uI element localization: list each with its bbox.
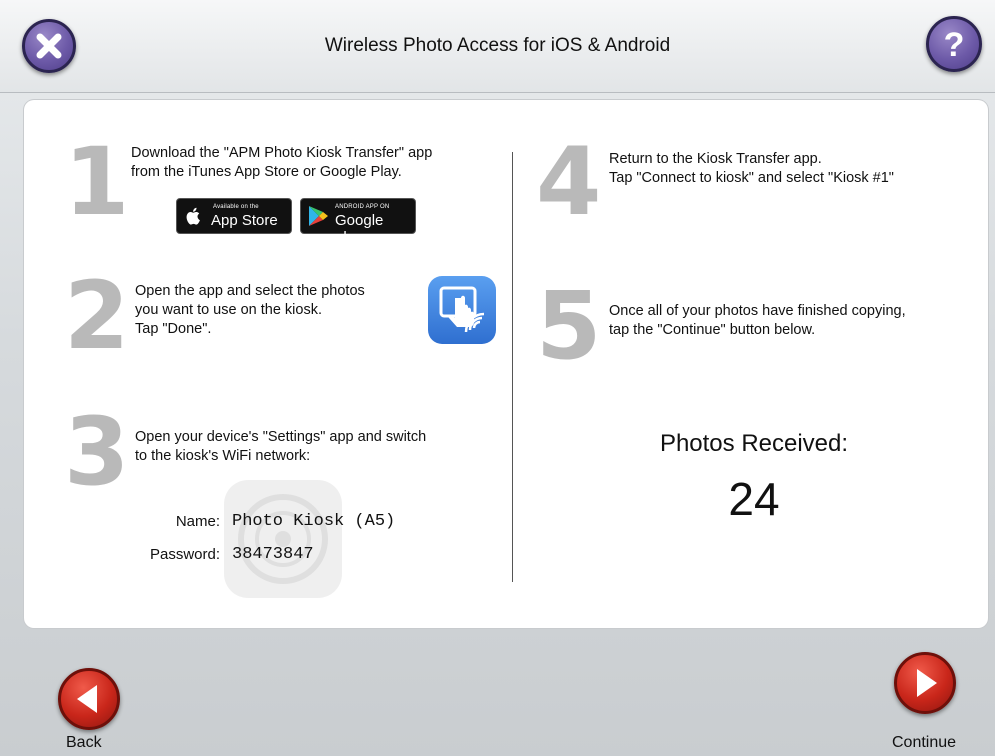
wifi-name-label: Name: <box>175 513 220 530</box>
app-store-badge[interactable]: Available on the App Store <box>176 198 292 234</box>
wifi-password-label: Password: <box>149 546 220 563</box>
app-store-big-text: App Store <box>211 212 278 229</box>
svg-text:?: ? <box>944 26 965 64</box>
step-4-text: Return to the Kiosk Transfer app. Tap "C… <box>609 150 894 188</box>
google-play-badge[interactable]: ANDROID APP ON Google play <box>300 198 416 246</box>
continue-label[interactable]: Continue <box>892 734 956 752</box>
step-2-number: 2 <box>64 262 130 371</box>
arrow-left-icon <box>77 685 97 713</box>
step-3-line-2: to the kiosk's WiFi network: <box>135 448 311 464</box>
help-button[interactable]: ? <box>926 16 982 72</box>
arrow-right-icon <box>917 669 937 697</box>
tap-wifi-icon <box>439 286 485 333</box>
column-divider <box>512 152 513 582</box>
step-2-text: Open the app and select the photos you w… <box>135 282 365 339</box>
google-play-small-text: ANDROID APP ON <box>335 204 390 210</box>
google-play-icon <box>309 206 328 226</box>
step-1-number: 1 <box>64 128 130 237</box>
step-4-line-1: Return to the Kiosk Transfer app. <box>609 151 822 167</box>
settings-icon <box>224 480 342 598</box>
step-1-line-2: from the iTunes App Store or Google Play… <box>131 164 402 180</box>
step-5-line-2: tap the "Continue" button below. <box>609 322 816 338</box>
back-button[interactable] <box>58 668 120 730</box>
wifi-name-value: Photo Kiosk (A5) <box>232 512 396 531</box>
google-play-big-text: Google play <box>335 212 384 246</box>
step-5-number: 5 <box>536 272 602 381</box>
gear-icon <box>238 494 328 584</box>
top-bar: Wireless Photo Access for iOS & Android … <box>0 0 995 93</box>
continue-button[interactable] <box>894 652 956 714</box>
wifi-password-value: 38473847 <box>232 545 314 564</box>
step-4-number: 4 <box>536 128 602 237</box>
step-2-line-3: Tap "Done". <box>135 321 212 337</box>
step-2-line-2: you want to use on the kiosk. <box>135 302 322 318</box>
photos-received-count: 24 <box>728 473 780 525</box>
page-title: Wireless Photo Access for iOS & Android <box>324 35 671 56</box>
help-icon: ? <box>944 26 965 64</box>
apple-icon <box>186 207 200 225</box>
step-5-line-1: Once all of your photos have finished co… <box>609 303 906 319</box>
step-1-text: Download the "APM Photo Kiosk Transfer" … <box>131 144 432 182</box>
photos-received-label: Photos Received: <box>659 430 849 457</box>
step-1-line-1: Download the "APM Photo Kiosk Transfer" … <box>131 145 433 161</box>
step-3-text: Open your device's "Settings" app and sw… <box>135 428 426 466</box>
kiosk-transfer-app-icon <box>428 276 496 344</box>
step-3-line-1: Open your device's "Settings" app and sw… <box>135 429 427 445</box>
step-3-number: 3 <box>64 398 130 507</box>
step-2-line-1: Open the app and select the photos <box>135 283 365 299</box>
step-5-text: Once all of your photos have finished co… <box>609 302 906 340</box>
app-store-small-text: Available on the <box>213 204 259 210</box>
step-4-line-2: Tap "Connect to kiosk" and select "Kiosk… <box>609 170 894 186</box>
back-label[interactable]: Back <box>66 734 102 752</box>
instructions-panel: 1 Download the "APM Photo Kiosk Transfer… <box>24 100 988 628</box>
